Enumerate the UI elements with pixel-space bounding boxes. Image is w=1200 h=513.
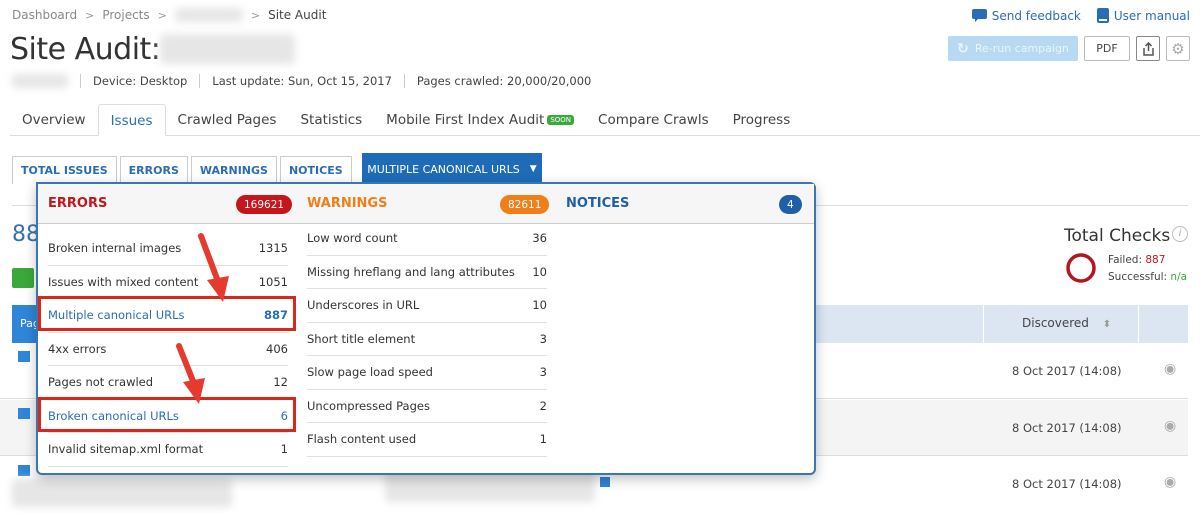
- chat-icon: [971, 9, 987, 22]
- toolbar: ↻ Re-run campaign PDF ⚙: [948, 36, 1190, 61]
- notices-heading: NOTICES: [566, 196, 630, 211]
- tab-issues[interactable]: Issues: [97, 104, 166, 136]
- redacted-meta: [12, 74, 68, 88]
- share-icon: [1142, 41, 1154, 56]
- sort-icon: ⬍: [1102, 319, 1112, 330]
- successful-checks: Successful: n/a: [1108, 271, 1188, 283]
- trello-button[interactable]: [12, 268, 34, 288]
- warnings-list: Low word count 36 Missing hreflang and la…: [307, 222, 547, 457]
- redacted-domain: [160, 34, 295, 64]
- errors-heading: ERRORS: [48, 196, 108, 211]
- soon-badge: SOON: [547, 115, 575, 125]
- issue-broken-internal-images[interactable]: Broken internal images 1315: [48, 232, 288, 266]
- issue-4xx-errors[interactable]: 4xx errors 406: [48, 333, 288, 366]
- external-link-icon[interactable]: [18, 351, 30, 362]
- hide-icon[interactable]: ◉: [1164, 361, 1176, 377]
- column-separator: [983, 305, 984, 343]
- last-update: Last update: Sun, Oct 15, 2017: [199, 74, 404, 88]
- caret-down-icon: ▼: [529, 164, 537, 174]
- tab-mobile-first-index-audit[interactable]: Mobile First Index Audit SOON: [374, 104, 586, 136]
- device-info: Device: Desktop: [80, 74, 199, 88]
- failed-checks: Failed: 887: [1108, 254, 1166, 266]
- issue-filter-tabs: TOTAL ISSUES ERRORS WARNINGS NOTICES: [12, 156, 352, 184]
- redacted-url: [12, 479, 232, 507]
- book-icon: [1096, 8, 1109, 23]
- highlight-box: [38, 296, 296, 331]
- total-checks-title: Total Checks: [1064, 226, 1171, 246]
- hide-icon[interactable]: ◉: [1164, 418, 1176, 434]
- breadcrumb-dashboard[interactable]: Dashboard: [12, 8, 77, 22]
- chevron-right-icon: >: [85, 8, 95, 22]
- page-title: Site Audit:: [10, 32, 161, 67]
- discovered-date: 8 Oct 2017 (14:08): [1012, 364, 1122, 378]
- redacted-text: [385, 472, 595, 502]
- errors-count-badge: 169621: [236, 195, 293, 214]
- external-link-icon[interactable]: [18, 465, 30, 476]
- top-links: Send feedback User manual: [971, 8, 1190, 23]
- info-icon[interactable]: i: [1172, 226, 1188, 242]
- pages-crawled: Pages crawled: 20,000/20,000: [403, 74, 603, 88]
- tab-overview[interactable]: Overview: [10, 104, 98, 136]
- warnings-count-badge: 82611: [500, 195, 550, 214]
- issue-slow-page-load[interactable]: Slow page load speed 3: [307, 356, 547, 390]
- subtab-warnings[interactable]: WARNINGS: [190, 156, 277, 184]
- breadcrumb-projects[interactable]: Projects: [102, 8, 149, 22]
- checks-donut-chart: [1066, 253, 1096, 283]
- tab-compare-crawls[interactable]: Compare Crawls: [586, 104, 721, 136]
- refresh-icon: ↻: [957, 40, 969, 57]
- export-button[interactable]: [1136, 36, 1160, 61]
- issue-invalid-sitemap[interactable]: Invalid sitemap.xml format 1: [48, 433, 288, 467]
- send-feedback-link[interactable]: Send feedback: [971, 9, 1081, 23]
- breadcrumb-site-audit: Site Audit: [268, 8, 327, 22]
- issue-type-dropdown[interactable]: MULTIPLE CANONICAL URLS ▼: [362, 153, 542, 185]
- tab-progress[interactable]: Progress: [721, 104, 803, 136]
- issue-missing-hreflang[interactable]: Missing hreflang and lang attributes 10: [307, 256, 547, 289]
- discovered-date: 8 Oct 2017 (14:08): [1012, 421, 1122, 435]
- notices-count-badge: 4: [779, 195, 802, 214]
- chevron-right-icon: >: [250, 8, 261, 22]
- dropdown-header: [38, 184, 814, 224]
- chevron-right-icon: >: [157, 8, 167, 22]
- warnings-heading: WARNINGS: [307, 196, 388, 211]
- issue-uncompressed-pages[interactable]: Uncompressed Pages 2: [307, 390, 547, 423]
- pdf-button[interactable]: PDF: [1084, 36, 1130, 61]
- issue-pages-not-crawled[interactable]: Pages not crawled 12: [48, 366, 288, 400]
- redacted-project-name: [174, 8, 243, 22]
- subtab-total-issues[interactable]: TOTAL ISSUES: [12, 156, 117, 184]
- annotation-arrow-icon: [198, 233, 229, 302]
- discovered-date: 8 Oct 2017 (14:08): [1012, 477, 1122, 491]
- issue-short-title[interactable]: Short title element 3: [307, 323, 547, 356]
- annotation-arrow-icon: [176, 343, 205, 404]
- issue-flash-content[interactable]: Flash content used 1: [307, 423, 547, 457]
- gear-icon: ⚙: [1171, 39, 1185, 58]
- tab-crawled-pages[interactable]: Crawled Pages: [166, 104, 289, 136]
- column-separator: [1138, 305, 1139, 343]
- highlight-box: [38, 397, 296, 432]
- issue-underscores-in-url[interactable]: Underscores in URL 10: [307, 289, 547, 323]
- main-tabs: Overview Issues Crawled Pages Statistics…: [10, 104, 1200, 136]
- hide-icon[interactable]: ◉: [1164, 474, 1176, 490]
- external-link-icon[interactable]: [18, 408, 30, 419]
- issue-type-dropdown-panel: ERRORS 169621 WARNINGS 82611 NOTICES 4 B…: [36, 182, 816, 475]
- issue-mixed-content[interactable]: Issues with mixed content 1051: [48, 266, 288, 299]
- external-link-icon[interactable]: [600, 477, 610, 487]
- user-manual-link[interactable]: User manual: [1096, 8, 1190, 23]
- issue-low-word-count[interactable]: Low word count 36: [307, 222, 547, 256]
- discovered-header[interactable]: Discovered ⬍: [1022, 316, 1111, 330]
- subtab-errors[interactable]: ERRORS: [119, 156, 188, 184]
- rerun-campaign-button[interactable]: ↻ Re-run campaign: [948, 36, 1078, 61]
- subtab-notices[interactable]: NOTICES: [279, 156, 352, 184]
- audit-meta: Device: Desktop Last update: Sun, Oct 15…: [12, 74, 603, 88]
- breadcrumb: Dashboard > Projects > > Site Audit: [12, 8, 326, 22]
- settings-button[interactable]: ⚙: [1166, 36, 1190, 61]
- tab-statistics[interactable]: Statistics: [288, 104, 374, 136]
